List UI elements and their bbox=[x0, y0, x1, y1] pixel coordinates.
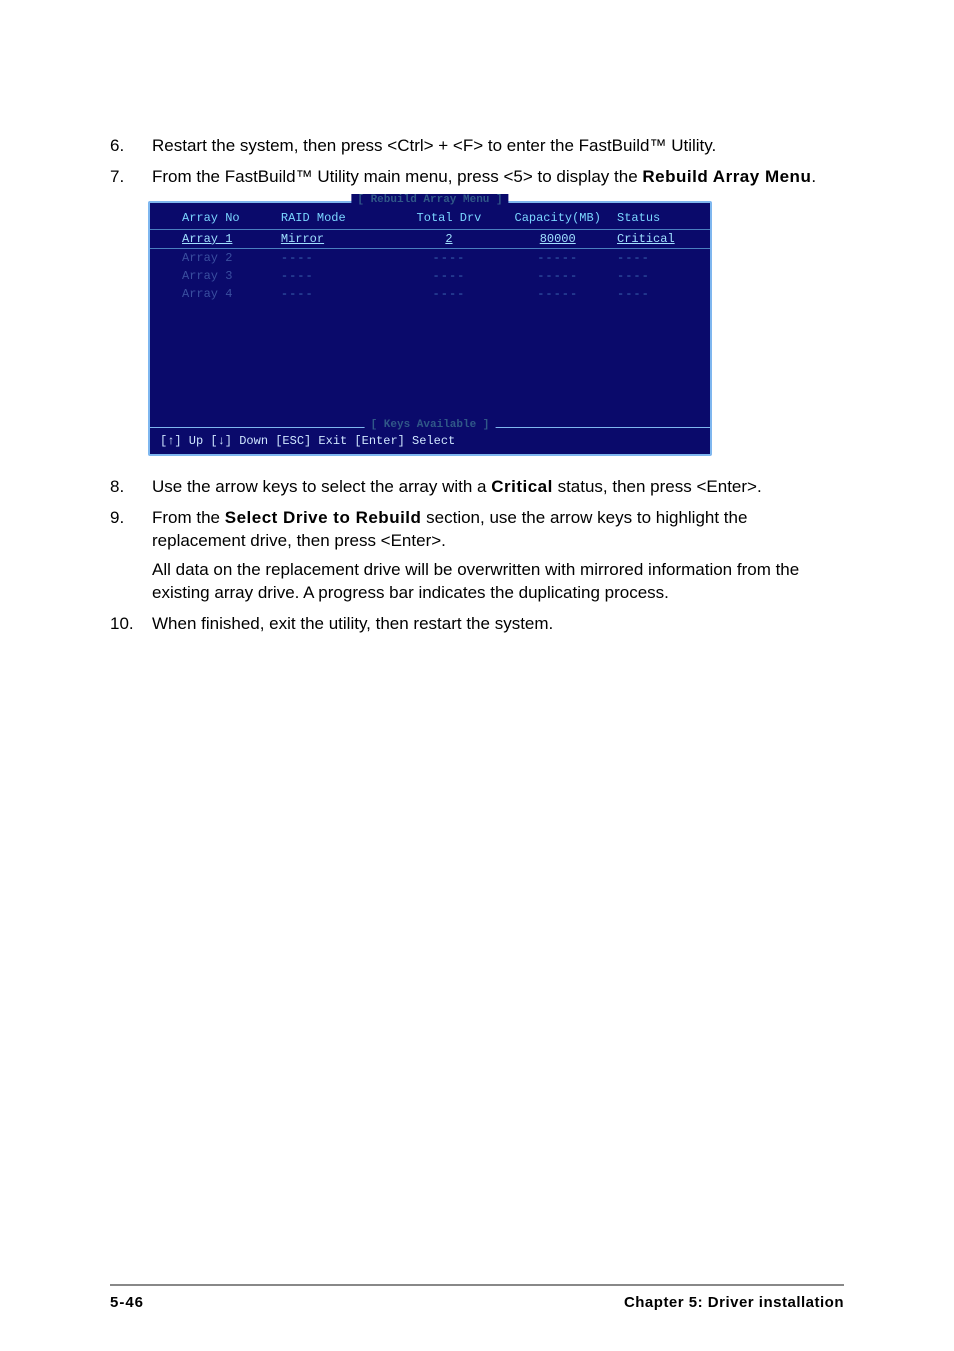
col-header-total-drv: Total Drv bbox=[400, 211, 499, 225]
keys-line: [↑] Up [↓] Down [ESC] Exit [Enter] Selec… bbox=[160, 434, 455, 448]
bios-empty-body bbox=[150, 303, 710, 423]
col-header-capacity: Capacity(MB) bbox=[498, 211, 617, 225]
col-header-array-no: Array No bbox=[154, 211, 281, 225]
bold-term-rebuild-array-menu: Rebuild Array Menu bbox=[642, 167, 811, 186]
cell-total-drv: ---- bbox=[400, 251, 499, 265]
step-10: 10. When finished, exit the utility, the… bbox=[110, 613, 844, 636]
step-7: 7. From the FastBuild™ Utility main menu… bbox=[110, 166, 844, 189]
cell-total-drv: 2 bbox=[400, 232, 499, 246]
step-number: 9. bbox=[110, 507, 152, 605]
keys-row: [↑] Up [↓] Down [ESC] Exit [Enter] Selec… bbox=[150, 428, 710, 454]
cell-raid-mode: ---- bbox=[281, 251, 400, 265]
step-8: 8. Use the arrow keys to select the arra… bbox=[110, 476, 844, 499]
table-row[interactable]: Array 2 ---- ---- ----- ---- bbox=[150, 249, 710, 267]
cell-total-drv: ---- bbox=[400, 287, 499, 301]
step-number: 10. bbox=[110, 613, 152, 636]
steps-list-continued: 8. Use the arrow keys to select the arra… bbox=[110, 476, 844, 636]
table-row[interactable]: Array 1 Mirror 2 80000 Critical bbox=[150, 230, 710, 248]
cell-raid-mode: Mirror bbox=[281, 232, 400, 246]
bios-divider: Array 1 Mirror 2 80000 Critical bbox=[150, 229, 710, 249]
col-header-raid-mode: RAID Mode bbox=[281, 211, 400, 225]
cell-capacity: ----- bbox=[498, 287, 617, 301]
table-row[interactable]: Array 4 ---- ---- ----- ---- bbox=[150, 285, 710, 303]
bios-screenshot: [ Rebuild Array Menu ] Array No RAID Mod… bbox=[148, 201, 712, 456]
cell-array-no: Array 1 bbox=[154, 232, 281, 246]
bold-term-select-drive: Select Drive to Rebuild bbox=[225, 508, 422, 527]
cell-status: ---- bbox=[617, 269, 706, 283]
chapter-label: Chapter 5: Driver installation bbox=[624, 1294, 844, 1311]
cell-raid-mode: ---- bbox=[281, 269, 400, 283]
bios-title: [ Rebuild Array Menu ] bbox=[351, 194, 508, 206]
bios-header-row: Array No RAID Mode Total Drv Capacity(MB… bbox=[150, 203, 710, 229]
page: 6. Restart the system, then press <Ctrl>… bbox=[0, 0, 954, 1351]
cell-array-no: Array 3 bbox=[154, 269, 281, 283]
step-text: When finished, exit the utility, then re… bbox=[152, 614, 553, 633]
step-text-b: . bbox=[811, 167, 816, 186]
cell-status: Critical bbox=[617, 232, 706, 246]
cell-raid-mode: ---- bbox=[281, 287, 400, 301]
step-para-1: From the Select Drive to Rebuild section… bbox=[152, 507, 844, 553]
step-para-2: All data on the replacement drive will b… bbox=[152, 559, 844, 605]
step-body: Restart the system, then press <Ctrl> + … bbox=[152, 135, 844, 158]
content-area: 6. Restart the system, then press <Ctrl>… bbox=[110, 135, 844, 1284]
step-text-b: status, then press <Enter>. bbox=[553, 477, 762, 496]
page-number: 5-46 bbox=[110, 1294, 144, 1311]
cell-array-no: Array 4 bbox=[154, 287, 281, 301]
cell-total-drv: ---- bbox=[400, 269, 499, 283]
step-text: Use the arrow keys to select the array w… bbox=[152, 477, 491, 496]
cell-array-no: Array 2 bbox=[154, 251, 281, 265]
step-6: 6. Restart the system, then press <Ctrl>… bbox=[110, 135, 844, 158]
bold-term-critical: Critical bbox=[491, 477, 553, 496]
step-body: From the Select Drive to Rebuild section… bbox=[152, 507, 844, 605]
step-number: 8. bbox=[110, 476, 152, 499]
keys-section: [ Keys Available ] [↑] Up [↓] Down [ESC]… bbox=[150, 427, 710, 454]
cell-status: ---- bbox=[617, 287, 706, 301]
step-9: 9. From the Select Drive to Rebuild sect… bbox=[110, 507, 844, 605]
step-number: 7. bbox=[110, 166, 152, 189]
step-body: Use the arrow keys to select the array w… bbox=[152, 476, 844, 499]
keys-title: [ Keys Available ] bbox=[365, 419, 496, 431]
cell-capacity: ----- bbox=[498, 251, 617, 265]
cell-capacity: 80000 bbox=[498, 232, 617, 246]
page-footer: 5-46 Chapter 5: Driver installation bbox=[110, 1284, 844, 1311]
step-text: From the FastBuild™ Utility main menu, p… bbox=[152, 167, 642, 186]
step-body: From the FastBuild™ Utility main menu, p… bbox=[152, 166, 844, 189]
cell-capacity: ----- bbox=[498, 269, 617, 283]
cell-status: ---- bbox=[617, 251, 706, 265]
step-number: 6. bbox=[110, 135, 152, 158]
step-text: Restart the system, then press <Ctrl> + … bbox=[152, 136, 716, 155]
step-body: When finished, exit the utility, then re… bbox=[152, 613, 844, 636]
step-text: From the bbox=[152, 508, 225, 527]
table-row[interactable]: Array 3 ---- ---- ----- ---- bbox=[150, 267, 710, 285]
steps-list: 6. Restart the system, then press <Ctrl>… bbox=[110, 135, 844, 189]
col-header-status: Status bbox=[617, 211, 706, 225]
